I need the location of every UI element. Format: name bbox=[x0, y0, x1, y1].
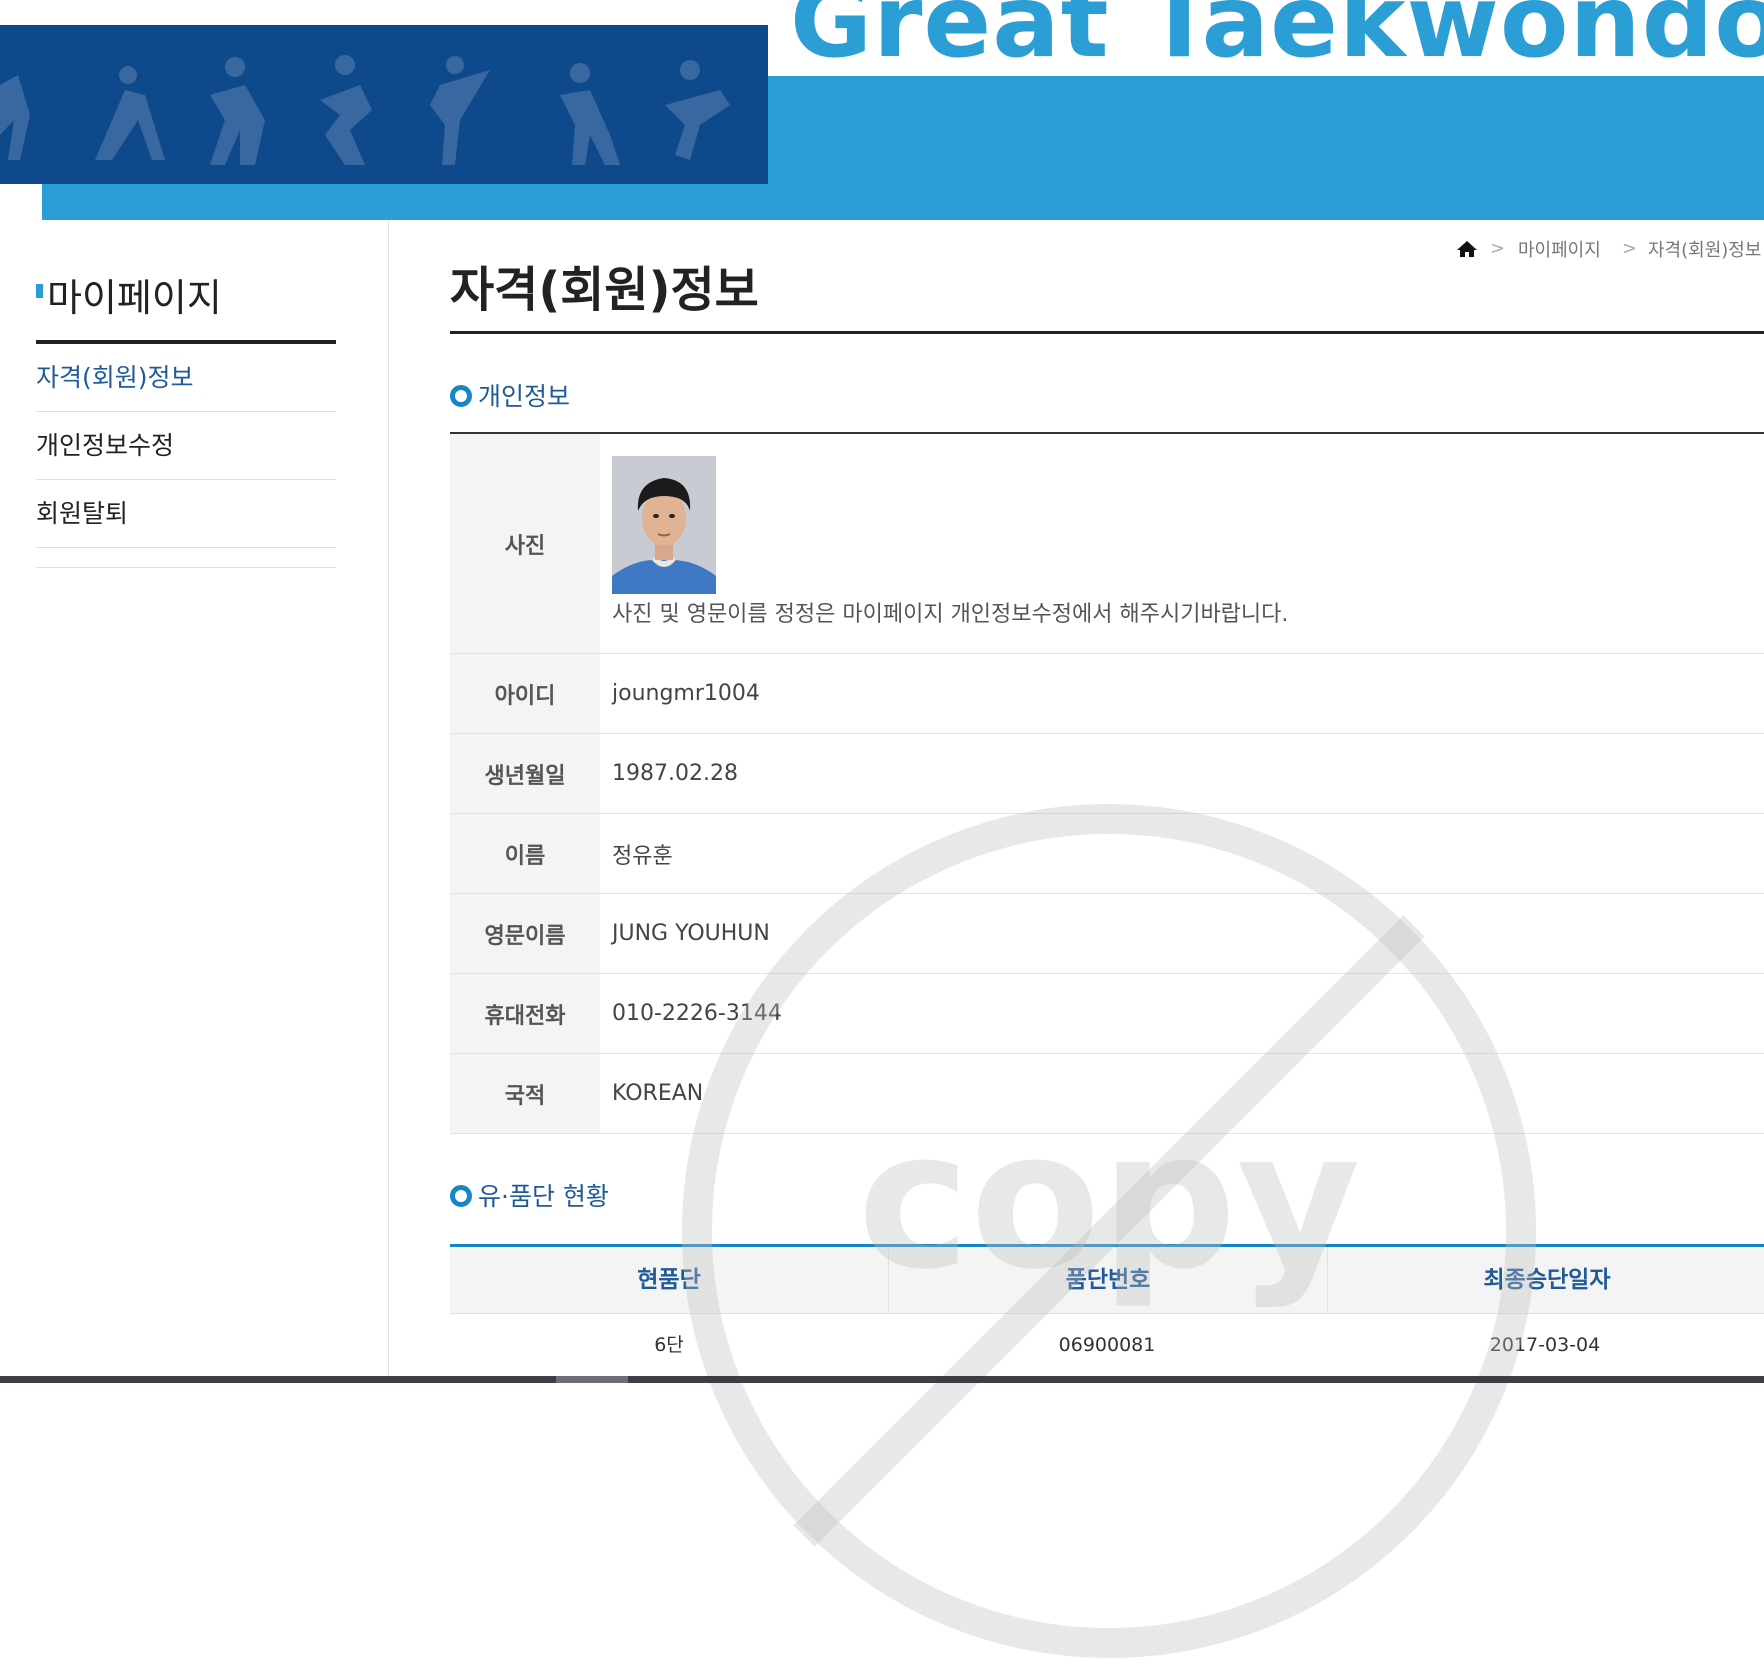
sidebar-menu: 자격(회원)정보 개인정보수정 회원탈퇴 bbox=[36, 344, 336, 548]
portrait-image bbox=[612, 456, 716, 594]
personal-info-table: 사진 사진 및 영문이름 정정은 마이페이지 개인정보수정에서 해주시기바랍니다… bbox=[450, 432, 1764, 1134]
info-label: 휴대전화 bbox=[450, 974, 600, 1053]
info-label: 국적 bbox=[450, 1054, 600, 1133]
info-label: 이름 bbox=[450, 814, 600, 893]
banner-athletes-panel bbox=[0, 25, 768, 184]
rank-header-date: 최종승단일자 bbox=[1328, 1247, 1764, 1313]
rank-cell-current: 6단 bbox=[654, 1334, 684, 1356]
info-row-id: 아이디 joungmr1004 bbox=[450, 654, 1764, 734]
info-value-mobile: 010-2226-3144 bbox=[612, 1001, 782, 1026]
horizontal-scrollbar[interactable] bbox=[0, 1376, 1764, 1383]
table-row: 6단 06900081 2017-03-04 bbox=[450, 1314, 1764, 1377]
photo-note: 사진 및 영문이름 정정은 마이페이지 개인정보수정에서 해주시기바랍니다. bbox=[612, 602, 1289, 627]
info-row-nationality: 국적 KOREAN bbox=[450, 1054, 1764, 1134]
section-bullet-icon bbox=[450, 385, 472, 407]
member-photo bbox=[612, 456, 716, 594]
personal-section-heading: 개인정보 bbox=[450, 380, 570, 414]
sidebar-title-text: 마이페이지 bbox=[47, 276, 222, 320]
rank-cell-number: 06900081 bbox=[1058, 1334, 1156, 1356]
sidebar-divider bbox=[388, 220, 389, 1383]
scrollbar-thumb[interactable] bbox=[556, 1376, 628, 1383]
sidebar-item-edit-profile[interactable]: 개인정보수정 bbox=[36, 412, 336, 480]
rank-table-header: 현품단 품단번호 최종승단일자 bbox=[450, 1247, 1764, 1314]
info-label: 아이디 bbox=[450, 654, 600, 733]
banner-title: Great Taekwondo! bbox=[790, 0, 1764, 78]
rank-header-current: 현품단 bbox=[450, 1247, 889, 1313]
title-marker-icon bbox=[36, 284, 43, 298]
taekwondo-silhouettes-icon bbox=[0, 55, 730, 165]
rank-header-number: 품단번호 bbox=[889, 1247, 1328, 1313]
breadcrumb-separator-icon: > bbox=[1622, 238, 1638, 259]
info-label: 영문이름 bbox=[450, 894, 600, 973]
section-bullet-icon bbox=[450, 1185, 472, 1207]
rank-section-heading: 유·품단 현황 bbox=[450, 1180, 609, 1214]
info-row-name: 이름 정유훈 bbox=[450, 814, 1764, 894]
info-row-mobile: 휴대전화 010-2226-3144 bbox=[450, 974, 1764, 1054]
photo-cell: 사진 및 영문이름 정정은 마이페이지 개인정보수정에서 해주시기바랍니다. bbox=[612, 456, 1764, 628]
sidebar-item-membership-info[interactable]: 자격(회원)정보 bbox=[36, 344, 336, 412]
sidebar-menu-end-rule bbox=[36, 567, 336, 568]
breadcrumb-current[interactable]: 자격(회원)정보 bbox=[1648, 236, 1761, 262]
rank-cell-date: 2017-03-04 bbox=[1489, 1334, 1601, 1356]
breadcrumb-mypage[interactable]: 마이페이지 bbox=[1518, 236, 1601, 262]
info-value-nationality: KOREAN bbox=[612, 1081, 704, 1106]
page-title: 자격(회원)정보 bbox=[450, 262, 759, 318]
breadcrumb-separator-icon: > bbox=[1490, 238, 1506, 259]
info-value-id: joungmr1004 bbox=[612, 681, 760, 706]
sidebar-item-withdraw[interactable]: 회원탈퇴 bbox=[36, 480, 336, 548]
rank-table: 현품단 품단번호 최종승단일자 6단 06900081 2017-03-04 bbox=[450, 1244, 1764, 1377]
info-value-birthdate: 1987.02.28 bbox=[612, 761, 738, 786]
info-row-photo: 사진 사진 및 영문이름 정정은 마이페이지 개인정보수정에서 해주시기바랍니다… bbox=[450, 434, 1764, 654]
title-rule bbox=[450, 331, 1764, 334]
sidebar-title: 마이페이지 bbox=[36, 274, 336, 322]
info-row-english-name: 영문이름 JUNG YOUHUN bbox=[450, 894, 1764, 974]
info-value-name: 정유훈 bbox=[612, 843, 673, 869]
info-row-birthdate: 생년월일 1987.02.28 bbox=[450, 734, 1764, 814]
personal-section-title: 개인정보 bbox=[478, 382, 571, 411]
info-value-english-name: JUNG YOUHUN bbox=[612, 921, 770, 946]
info-label: 생년월일 bbox=[450, 734, 600, 813]
info-label: 사진 bbox=[450, 434, 600, 653]
home-icon[interactable] bbox=[1456, 238, 1478, 260]
rank-section-title: 유·품단 현황 bbox=[478, 1182, 609, 1211]
